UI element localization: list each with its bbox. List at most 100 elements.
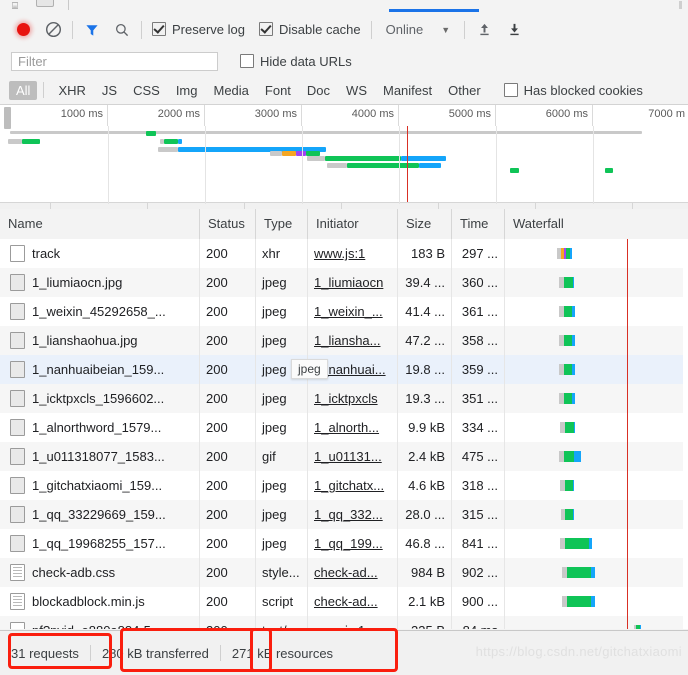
device-toolbar-icon[interactable] <box>36 0 54 7</box>
table-row[interactable]: blockadblock.min.js 200 script check-ad... 2… <box>0 587 688 616</box>
table-row[interactable]: pf?pvid=e880a884-5... 200text/... www.js:1… <box>0 616 688 629</box>
table-row[interactable]: 1_gitchatxiaomi_159... 200 jpeg 1_gitchatx.… <box>0 471 688 500</box>
initiator-link[interactable]: 1_icktpxcls <box>314 391 378 406</box>
waterfall-waiting <box>591 567 595 578</box>
overview-scrollbar[interactable] <box>0 202 688 209</box>
initiator-link[interactable]: 1_alnorth... <box>314 420 379 435</box>
type-filter-other[interactable]: Other <box>441 81 488 100</box>
column-header-time[interactable]: Time <box>452 209 505 239</box>
initiator-link[interactable]: 1_gitchatx... <box>314 478 384 493</box>
initiator-link[interactable]: www.js:1 <box>314 246 365 261</box>
type-filter-font[interactable]: Font <box>258 81 298 100</box>
type-filter-img[interactable]: Img <box>169 81 205 100</box>
search-button[interactable] <box>107 17 137 43</box>
name-cell[interactable]: 1_qq_33229669_159... <box>0 500 200 529</box>
initiator-link[interactable]: www.js:1 <box>314 623 365 629</box>
preserve-log-checkbox[interactable]: Preserve log <box>152 22 245 37</box>
table-row[interactable]: check-adb.css 200 style... check-ad... 984 B… <box>0 558 688 587</box>
table-row[interactable]: track 200 xhr www.js:1 183 B 297 ... <box>0 239 688 268</box>
filter-input[interactable]: Filter <box>11 51 218 71</box>
hide-data-urls-checkbox[interactable]: Hide data URLs <box>240 54 352 69</box>
table-row[interactable]: 1_lianshaohua.jpg 200 jpeg 1_liansha... 47.2… <box>0 326 688 355</box>
type-filter-xhr[interactable]: XHR <box>51 81 92 100</box>
overview-ruler: 1000 ms 2000 ms 3000 ms 4000 ms 5000 ms 6000 … <box>0 105 688 126</box>
type-filter-media[interactable]: Media <box>206 81 255 100</box>
toolbar-divider-1 <box>72 20 73 39</box>
clear-button[interactable] <box>38 17 68 43</box>
magnifier-search-icon <box>116 23 129 36</box>
table-row[interactable]: 1_qq_19968255_157... 200 jpeg 1_qq_199... 46… <box>0 529 688 558</box>
initiator-link[interactable]: check-ad... <box>314 565 378 580</box>
clear-prohibited-icon <box>45 21 61 38</box>
record-button[interactable] <box>8 17 38 43</box>
record-dot-icon <box>16 23 30 36</box>
name-cell[interactable]: track <box>0 239 200 268</box>
network-overview-timeline[interactable]: 1000 ms 2000 ms 3000 ms 4000 ms 5000 ms 6000 … <box>0 105 688 210</box>
upload-arrow-icon <box>480 23 489 36</box>
waterfall-cell <box>505 326 688 355</box>
import-har-button[interactable] <box>469 17 499 43</box>
type-cell: jpeg <box>256 297 308 326</box>
type-filter-ws[interactable]: WS <box>339 81 374 100</box>
name-cell[interactable]: pf?pvid=e880a884-5... <box>0 616 200 629</box>
tab-fragment-left[interactable]: ⌗ ⌸ <box>12 0 26 12</box>
throttling-dropdown[interactable]: Online ▼ <box>376 22 451 37</box>
name-cell[interactable]: 1_weixin_45292658_... <box>0 297 200 326</box>
toolbar-divider-4 <box>464 20 466 39</box>
image-file-icon <box>10 506 25 523</box>
type-filter-doc[interactable]: Doc <box>300 81 337 100</box>
name-cell[interactable]: blockadblock.min.js <box>0 587 200 616</box>
column-header-type[interactable]: Type <box>256 209 308 239</box>
column-header-size[interactable]: Size <box>398 209 452 239</box>
name-cell[interactable]: 1_liumiaocn.jpg <box>0 268 200 297</box>
name-cell[interactable]: 1_gitchatxiaomi_159... <box>0 471 200 500</box>
initiator-link[interactable]: 1_qq_199... <box>314 536 383 551</box>
table-row[interactable]: 1_icktpxcls_1596602... 200 jpeg 1_icktpxcls… <box>0 384 688 413</box>
requests-table-body[interactable]: track 200 xhr www.js:1 183 B 297 ... 1_liumiao… <box>0 239 688 629</box>
column-header-initiator[interactable]: Initiator <box>308 209 398 239</box>
image-file-icon <box>10 419 25 436</box>
table-right-gutter <box>683 239 688 629</box>
type-filter-css[interactable]: CSS <box>126 81 167 100</box>
table-row[interactable]: 1_liumiaocn.jpg 200 jpeg 1_liumiaocn 39.4 ..… <box>0 268 688 297</box>
table-row[interactable]: 1_nanhuaibeian_159... 200 jpeg 1_nanhuai...… <box>0 355 688 384</box>
status-cell: 200 <box>200 500 256 529</box>
name-cell[interactable]: 1_alnorthword_1579... <box>0 413 200 442</box>
table-row[interactable]: 1_qq_33229669_159... 200 jpeg 1_qq_332... 28… <box>0 500 688 529</box>
waterfall-waiting <box>572 393 575 404</box>
column-header-status[interactable]: Status <box>200 209 256 239</box>
disable-cache-checkbox[interactable]: Disable cache <box>258 22 361 37</box>
filter-toggle-button[interactable] <box>77 17 107 43</box>
name-cell[interactable]: 1_qq_19968255_157... <box>0 529 200 558</box>
initiator-link[interactable]: 1_liumiaocn <box>314 275 383 290</box>
column-header-waterfall[interactable]: Waterfall <box>505 209 688 239</box>
request-name: 1_gitchatxiaomi_159... <box>32 478 163 493</box>
name-cell[interactable]: check-adb.css <box>0 558 200 587</box>
image-file-icon <box>10 535 25 552</box>
type-filter-js[interactable]: JS <box>95 81 124 100</box>
time-cell: 318 ... <box>452 471 505 500</box>
export-har-button[interactable] <box>499 17 529 43</box>
time-cell: 315 ... <box>452 500 505 529</box>
initiator-cell: check-ad... <box>308 587 398 616</box>
image-file-icon <box>10 332 25 349</box>
name-cell[interactable]: 1_lianshaohua.jpg <box>0 326 200 355</box>
name-cell[interactable]: 1_u011318077_1583... <box>0 442 200 471</box>
initiator-link[interactable]: 1_qq_332... <box>314 507 383 522</box>
table-row[interactable]: 1_weixin_45292658_... 200 jpeg 1_weixin_...… <box>0 297 688 326</box>
initiator-link[interactable]: 1_liansha... <box>314 333 381 348</box>
has-blocked-cookies-checkbox[interactable]: Has blocked cookies <box>503 83 643 98</box>
type-filter-all[interactable]: All <box>9 80 38 100</box>
type-filter-manifest[interactable]: Manifest <box>376 81 439 100</box>
request-name: 1_weixin_45292658_... <box>32 304 166 319</box>
status-cell: 200 <box>200 384 256 413</box>
name-cell[interactable]: 1_icktpxcls_1596602... <box>0 384 200 413</box>
initiator-link[interactable]: 1_u01131... <box>314 449 382 464</box>
table-row[interactable]: 1_alnorthword_1579... 200 jpeg 1_alnorth...… <box>0 413 688 442</box>
table-row[interactable]: 1_u011318077_1583... 200 gif 1_u01131... 2.4… <box>0 442 688 471</box>
waterfall-download <box>567 596 591 607</box>
name-cell[interactable]: 1_nanhuaibeian_159... <box>0 355 200 384</box>
initiator-link[interactable]: check-ad... <box>314 594 378 609</box>
initiator-link[interactable]: 1_weixin_... <box>314 304 383 319</box>
column-header-name[interactable]: Name <box>0 209 200 239</box>
